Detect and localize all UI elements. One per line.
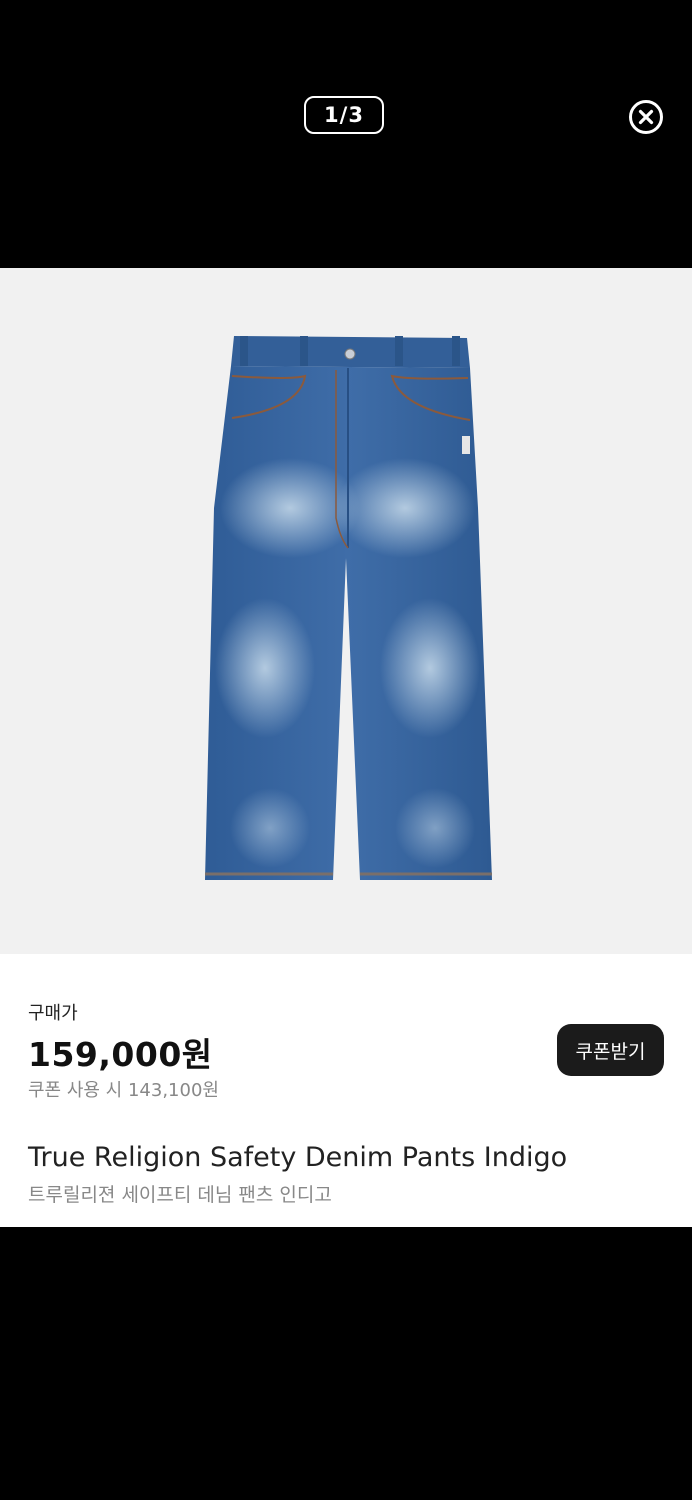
viewer-footer — [0, 1227, 692, 1500]
close-icon[interactable] — [628, 99, 664, 135]
product-info-panel: 구매가 159,000원 쿠폰 사용 시 143,100원 쿠폰받기 True … — [0, 954, 692, 1227]
page-indicator: 1/3 — [304, 96, 384, 134]
product-image[interactable] — [0, 268, 692, 954]
coupon-price: 쿠폰 사용 시 143,100원 — [28, 1080, 219, 1101]
price: 159,000원 — [28, 1035, 213, 1074]
viewer-header: 1/3 — [0, 0, 692, 268]
get-coupon-button[interactable]: 쿠폰받기 — [557, 1024, 664, 1076]
jeans-photo — [205, 336, 492, 880]
product-title-en: True Religion Safety Denim Pants Indigo — [28, 1142, 568, 1173]
product-title-ko: 트루릴리젼 세이프티 데님 팬츠 인디고 — [28, 1184, 332, 1206]
price-label: 구매가 — [28, 1003, 78, 1024]
